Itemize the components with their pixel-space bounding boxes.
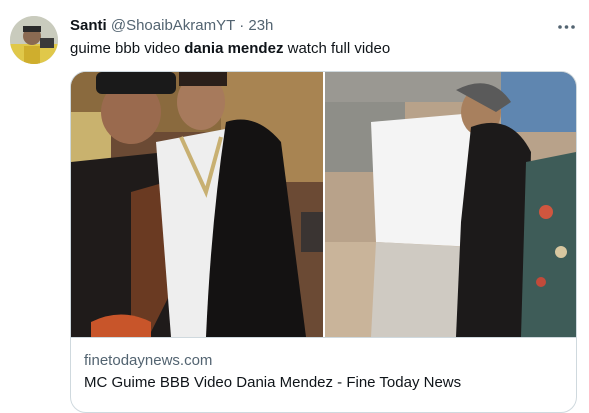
card-domain[interactable]: finetodaynews.com [84,352,212,369]
tweet-text: guime bbb video dania mendez watch full … [70,40,390,57]
card-info[interactable]: finetodaynews.com MC Guime BBB Video Dan… [71,337,576,412]
author-avatar[interactable] [10,16,58,64]
link-card[interactable]: finetodaynews.com MC Guime BBB Video Dan… [70,71,577,413]
more-options-button[interactable] [555,17,579,37]
header-separator: · [239,17,245,34]
avatar-image [10,16,58,64]
more-horizontal-icon [558,25,575,29]
card-title[interactable]: MC Guime BBB Video Dania Mendez - Fine T… [84,374,461,391]
tweet[interactable]: Santi @ShoaibAkramYT · 23h guime bbb vid… [0,0,589,413]
card-photo [71,72,576,337]
tweet-timestamp[interactable]: 23h [248,17,273,34]
card-image[interactable] [71,72,576,337]
tweet-text-bold: dania mendez [184,40,284,57]
tweet-text-suffix: watch full video [283,40,391,57]
tweet-text-prefix: guime bbb video [70,40,185,57]
tweet-header: Santi @ShoaibAkramYT · 23h [70,17,273,34]
author-handle[interactable]: @ShoaibAkramYT [111,17,235,34]
author-name[interactable]: Santi [70,17,107,34]
